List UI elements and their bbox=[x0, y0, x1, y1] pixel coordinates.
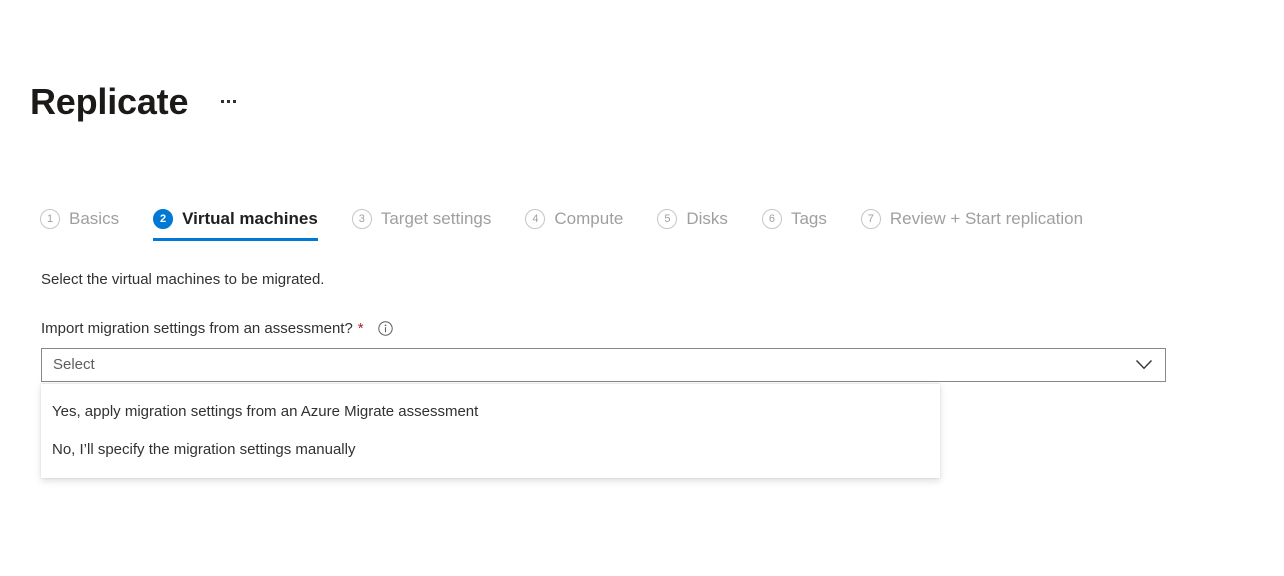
tab-label: Compute bbox=[554, 208, 623, 230]
tab-review-start-replication[interactable]: 7 Review + Start replication bbox=[861, 203, 1083, 235]
tab-underline bbox=[657, 238, 728, 241]
chevron-down-icon[interactable] bbox=[1136, 360, 1165, 370]
step-number-icon: 5 bbox=[657, 209, 677, 229]
tab-underline bbox=[40, 238, 119, 241]
tab-underline bbox=[525, 238, 623, 241]
tab-disks[interactable]: 5 Disks bbox=[657, 203, 728, 235]
tab-label: Tags bbox=[791, 208, 827, 230]
field-label: Import migration settings from an assess… bbox=[41, 318, 353, 339]
step-number-icon: 7 bbox=[861, 209, 881, 229]
form-description: Select the virtual machines to be migrat… bbox=[41, 269, 324, 290]
step-number-icon: 4 bbox=[525, 209, 545, 229]
tab-label: Basics bbox=[69, 208, 119, 230]
field-label-row: Import migration settings from an assess… bbox=[41, 318, 393, 339]
tab-label: Disks bbox=[686, 208, 728, 230]
tab-virtual-machines[interactable]: 2 Virtual machines bbox=[153, 203, 318, 235]
info-icon[interactable] bbox=[378, 321, 393, 336]
wizard-tab-strip: 1 Basics 2 Virtual machines 3 Target set… bbox=[40, 203, 1083, 249]
required-asterisk: * bbox=[358, 318, 364, 339]
tab-underline bbox=[762, 238, 827, 241]
tab-underline bbox=[352, 238, 492, 241]
tab-tags[interactable]: 6 Tags bbox=[762, 203, 827, 235]
page-header: Replicate bbox=[30, 76, 244, 128]
more-options-button[interactable] bbox=[212, 86, 244, 118]
step-number-icon: 6 bbox=[762, 209, 782, 229]
tab-label: Target settings bbox=[381, 208, 492, 230]
tab-label: Review + Start replication bbox=[890, 208, 1083, 230]
assessment-dropdown[interactable]: Select bbox=[41, 348, 1166, 382]
step-number-icon: 2 bbox=[153, 209, 173, 229]
page-title: Replicate bbox=[30, 80, 188, 124]
tab-compute[interactable]: 4 Compute bbox=[525, 203, 623, 235]
step-number-icon: 3 bbox=[352, 209, 372, 229]
dropdown-option-yes[interactable]: Yes, apply migration settings from an Az… bbox=[41, 393, 940, 431]
dropdown-selected-value: Select bbox=[42, 355, 95, 375]
tab-target-settings[interactable]: 3 Target settings bbox=[352, 203, 492, 235]
tab-underline bbox=[861, 238, 1083, 241]
dropdown-options-panel: Yes, apply migration settings from an Az… bbox=[41, 383, 940, 478]
ellipsis-icon bbox=[221, 100, 236, 105]
tab-basics[interactable]: 1 Basics bbox=[40, 203, 119, 235]
dropdown-option-no[interactable]: No, I’ll specify the migration settings … bbox=[41, 431, 940, 469]
step-number-icon: 1 bbox=[40, 209, 60, 229]
tab-underline bbox=[153, 238, 318, 241]
tab-label: Virtual machines bbox=[182, 208, 318, 230]
